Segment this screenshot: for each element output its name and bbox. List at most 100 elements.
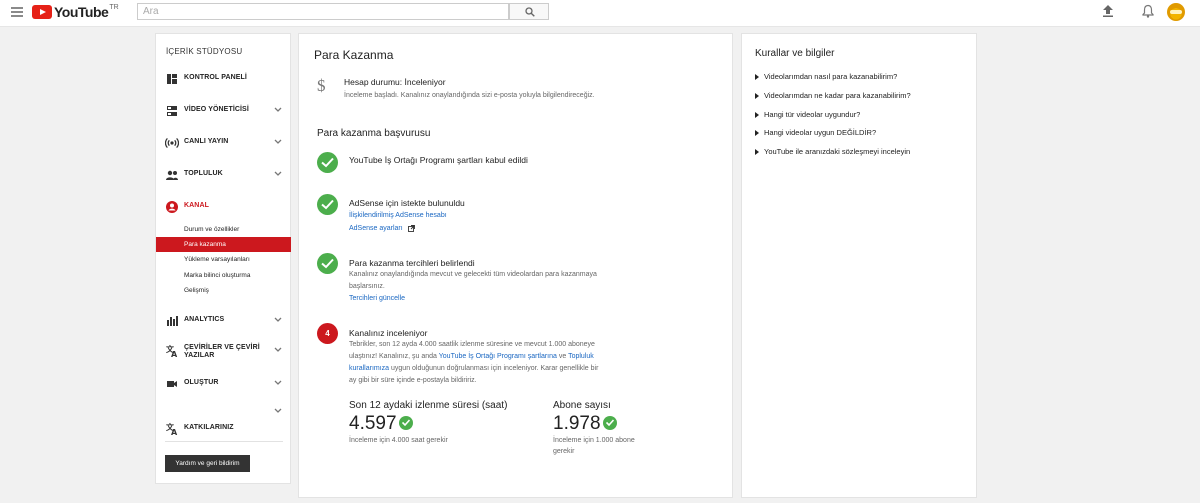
chevron-down-icon[interactable] (274, 107, 282, 113)
studio-title: İÇERİK STÜDYOSU (166, 47, 243, 56)
subscribers-note: İnceleme için 1.000 abone (553, 437, 635, 444)
step-text-with-links: ulaştınız! Kanalınız, şu anda YouTube İş… (349, 351, 594, 363)
adsense-settings-link-row: AdSense ayarları (349, 223, 415, 235)
chevron-down-icon[interactable] (274, 139, 282, 145)
rule-link-label: Hangi videolar uygun DEĞİLDİR? (764, 128, 877, 137)
rules-title: Kurallar ve bilgiler (755, 48, 835, 59)
monetization-card: Para Kazanma $ Hesap durumu: İnceleniyor… (298, 33, 733, 498)
community-icon (166, 170, 178, 180)
sidebar-subitem-upload-defaults[interactable]: Yükleme varsayılanları (156, 252, 291, 267)
translate-icon: 文A (166, 344, 178, 358)
sidebar-item-create[interactable]: OLUŞTUR (156, 375, 291, 393)
subscribers-note: gerekir (553, 448, 575, 455)
step-text: Tebrikler, son 12 ayda 4.000 saatlik izl… (349, 341, 595, 348)
watch-time-title: Son 12 aydaki izlenme süresi (saat) (349, 400, 508, 411)
page-title: Para Kazanma (314, 48, 394, 62)
live-icon (165, 137, 179, 149)
account-status-desc: İnceleme başladı. Kanalınız onaylandığın… (344, 92, 595, 99)
partner-program-terms-link[interactable]: YouTube İş Ortağı Programı şartlarına (439, 353, 557, 360)
community-guidelines-link[interactable]: Topluluk (568, 353, 594, 360)
dollar-icon: $ (317, 76, 326, 95)
triangle-right-icon (755, 112, 759, 119)
sidebar-item-channel[interactable]: KANAL (156, 198, 291, 216)
adsense-settings-link[interactable]: AdSense ayarları (349, 225, 403, 232)
chevron-down-icon[interactable] (274, 380, 282, 386)
sidebar-item-label: CANLI YAYIN (184, 138, 229, 145)
check-circle-icon (317, 253, 338, 274)
chevron-down-icon[interactable] (274, 317, 282, 323)
community-guidelines-link-cont[interactable]: kurallarımıza (349, 365, 389, 372)
rule-link[interactable]: Videolarımdan nasıl para kazanabilirim? (755, 72, 897, 81)
step-text: ay gibi bir süre içinde e-postayla bildi… (349, 377, 477, 384)
watch-time-note: İnceleme için 4.000 saat gerekir (349, 437, 448, 444)
triangle-right-icon (755, 74, 759, 81)
check-circle-icon (317, 152, 338, 173)
rule-link[interactable]: Hangi tür videolar uygundur? (755, 110, 860, 119)
create-icon (167, 381, 177, 387)
sidebar-subitem-branding[interactable]: Marka bilinci oluşturma (156, 268, 291, 283)
studio-sidebar: İÇERİK STÜDYOSU KONTROL PANELİ VİDEO YÖN… (155, 33, 291, 484)
chevron-down-icon[interactable] (274, 171, 282, 177)
top-bar: YouTube TR (0, 0, 1200, 27)
sidebar-item-translations[interactable]: 文A ÇEVİRİLER VE ÇEVİRİ YAZILAR (156, 342, 291, 364)
rule-link-label: Hangi tür videolar uygundur? (764, 110, 861, 119)
sidebar-item-dashboard[interactable]: KONTROL PANELİ (156, 70, 291, 88)
rule-link-label: YouTube ile aranızdaki sözleşmeyi incele… (764, 147, 911, 156)
search-button[interactable] (509, 3, 549, 20)
step-title: AdSense için istekte bulunuldu (349, 198, 465, 208)
subscribers-title: Abone sayısı (553, 400, 611, 411)
sidebar-item-label: ANALYTICS (184, 316, 225, 323)
sidebar-item-label: TOPLULUK (184, 170, 223, 177)
sidebar-item-contributions[interactable]: 文A KATKILARINIZ (156, 420, 291, 438)
step-title: Kanalınız inceleniyor (349, 328, 428, 338)
step-title: Para kazanma tercihleri belirlendi (349, 258, 475, 268)
sidebar-item-label: KATKILARINIZ (184, 424, 234, 431)
sidebar-item-community[interactable]: TOPLULUK (156, 166, 291, 184)
notifications-bell-icon[interactable] (1142, 4, 1154, 18)
play-logo-icon (32, 5, 52, 19)
application-title: Para kazanma başvurusu (317, 128, 431, 139)
upload-icon[interactable] (1102, 4, 1114, 18)
sidebar-item-label: ÇEVİRİLER VE ÇEVİRİ YAZILAR (184, 344, 260, 359)
step-number-badge: 4 (317, 323, 338, 344)
search-icon (525, 7, 535, 17)
sidebar-subitem-status[interactable]: Durum ve özellikler (156, 222, 291, 237)
logo-region: TR (109, 4, 119, 11)
sidebar-item-live[interactable]: CANLI YAYIN (156, 134, 291, 152)
channel-icon (166, 201, 178, 213)
chevron-down-icon[interactable] (274, 347, 282, 353)
rule-link[interactable]: Videolarımdan ne kadar para kazanabiliri… (755, 91, 911, 100)
menu-icon[interactable] (11, 7, 23, 17)
help-feedback-button[interactable]: Yardım ve geri bildirim (165, 455, 250, 472)
update-preferences-link-row: Tercihleri güncelle (349, 293, 405, 305)
sidebar-subitem-advanced[interactable]: Gelişmiş (156, 283, 291, 298)
step-text-with-links: kurallarımıza uygun olduğunun doğrulanma… (349, 363, 598, 375)
adsense-account-link[interactable]: İlişkilendirilmiş AdSense hesabı (349, 212, 447, 219)
svg-text:A: A (171, 428, 178, 436)
sidebar-item-label: VİDEO YÖNETİCİSİ (184, 106, 249, 113)
update-preferences-link[interactable]: Tercihleri güncelle (349, 295, 405, 302)
text-fragment: ulaştınız! Kanalınız, şu anda (349, 353, 439, 360)
account-status: Hesap durumu: İnceleniyor (344, 77, 446, 87)
account-avatar[interactable] (1167, 3, 1185, 21)
check-circle-icon (603, 416, 617, 430)
contributions-icon: 文A (166, 422, 178, 436)
sidebar-item-analytics[interactable]: ANALYTICS (156, 312, 291, 330)
external-link-icon (407, 224, 415, 232)
search-input[interactable] (137, 3, 509, 20)
chevron-down-icon[interactable] (274, 408, 282, 414)
dashboard-icon (167, 74, 177, 84)
sidebar-divider (165, 441, 283, 442)
sidebar-item-video-manager[interactable]: VİDEO YÖNETİCİSİ (156, 102, 291, 120)
sidebar-item-label: OLUŞTUR (184, 379, 219, 386)
rule-link[interactable]: YouTube ile aranızdaki sözleşmeyi incele… (755, 147, 910, 156)
sidebar-subitem-monetization[interactable]: Para kazanma (156, 237, 291, 252)
rules-card: Kurallar ve bilgiler Videolarımdan nasıl… (741, 33, 977, 498)
subscribers-value: 1.978 (553, 413, 601, 434)
text-fragment: ve (556, 353, 569, 360)
rule-link[interactable]: Hangi videolar uygun DEĞİLDİR? (755, 128, 876, 137)
step-text: başlarsınız. (349, 283, 385, 290)
youtube-logo[interactable]: YouTube TR (32, 3, 119, 21)
sidebar-item-label: KANAL (184, 202, 209, 209)
analytics-icon (167, 316, 178, 326)
